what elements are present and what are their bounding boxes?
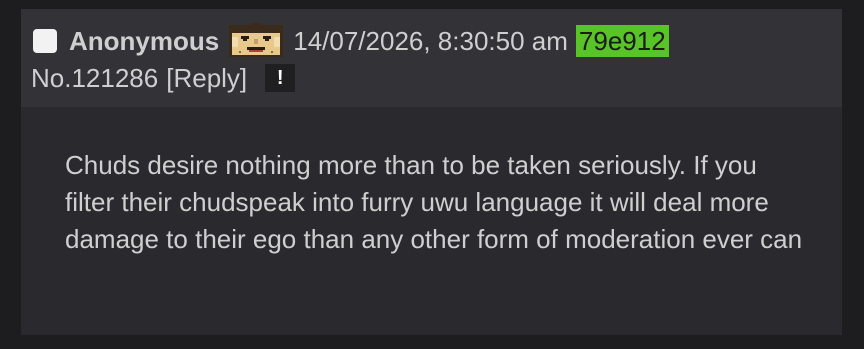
poster-id-badge[interactable]: 79e912 — [575, 25, 669, 57]
pixel-face-flag-icon — [229, 23, 284, 57]
post-container: Anonymous 14/07/2026, 8:30:50 am 79e912 … — [21, 9, 842, 335]
post-number-link[interactable]: No.121286 — [31, 63, 158, 94]
post-meta-row: Anonymous 14/07/2026, 8:30:50 am 79e912 — [33, 23, 669, 59]
exclamation-icon: ! — [276, 67, 284, 89]
select-post-checkbox[interactable] — [33, 29, 57, 53]
post-menu-button[interactable]: ! — [265, 64, 296, 92]
reply-link[interactable]: [Reply] — [166, 63, 247, 94]
post-body-text: Chuds desire nothing more than to be tak… — [65, 150, 803, 254]
post-header: Anonymous 14/07/2026, 8:30:50 am 79e912 … — [21, 9, 842, 107]
post-timestamp: 14/07/2026, 8:30:50 am — [293, 25, 568, 56]
post-number-row: No.121286 [Reply] ! — [31, 61, 296, 95]
poster-name: Anonymous — [69, 25, 220, 56]
